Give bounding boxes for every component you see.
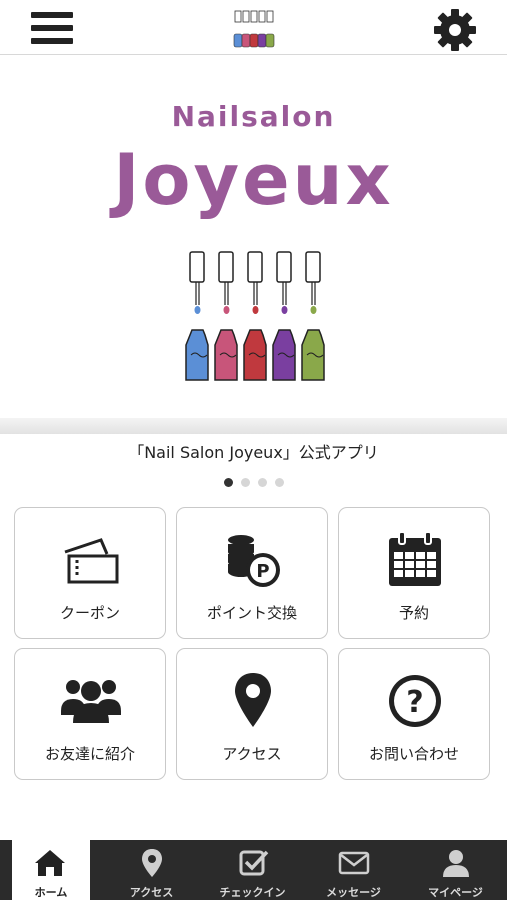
access-button[interactable]: アクセス <box>176 648 328 780</box>
nav-access[interactable]: アクセス <box>101 840 202 900</box>
map-pin-icon <box>142 849 162 877</box>
checkin-icon <box>239 850 269 876</box>
menu-icon[interactable] <box>31 10 73 46</box>
nav-message-label: メッセージ <box>326 886 381 899</box>
coins-point-icon: P <box>226 533 280 587</box>
reservation-label: 予約 <box>398 604 429 622</box>
brand-title: Joyeux <box>113 139 394 221</box>
carousel-dot-4[interactable] <box>274 478 284 487</box>
hero-banner[interactable]: Nailsalon Joyeux <box>0 55 507 433</box>
calendar-icon <box>389 531 441 586</box>
carousel-dot-3[interactable] <box>257 478 267 487</box>
nav-mypage[interactable]: マイページ <box>405 840 506 900</box>
nail-polish-bottles-image <box>185 251 325 381</box>
carousel-dots <box>0 472 507 491</box>
nav-message[interactable]: メッセージ <box>303 840 404 900</box>
reservation-button[interactable]: 予約 <box>338 507 490 639</box>
point-exchange-label: ポイント交換 <box>206 604 297 622</box>
carousel-dot-2[interactable] <box>240 478 250 487</box>
svg-text:P: P <box>256 561 269 582</box>
map-pin-icon <box>235 673 271 727</box>
top-bar <box>0 0 507 55</box>
ticket-icon <box>64 538 119 584</box>
nav-home-label: ホーム <box>34 886 68 899</box>
refer-friend-button[interactable]: お友達に紹介 <box>14 648 166 780</box>
gear-icon[interactable] <box>433 8 477 52</box>
nav-checkin[interactable]: チェックイン <box>202 840 303 900</box>
brand-subtitle: Nailsalon <box>171 100 336 133</box>
nav-checkin-label: チェックイン <box>219 886 286 899</box>
point-exchange-button[interactable]: P ポイント交換 <box>176 507 328 639</box>
nail-polish-logo-icon <box>233 10 275 48</box>
refer-friend-label: お友達に紹介 <box>44 745 135 763</box>
home-icon <box>35 850 65 876</box>
carousel-dot-1[interactable] <box>223 478 233 487</box>
contact-button[interactable]: ? お問い合わせ <box>338 648 490 780</box>
access-label: アクセス <box>222 745 282 763</box>
bottom-navigation: ホーム アクセス チェックイン メッセージ マイページ <box>0 840 507 900</box>
user-icon <box>443 850 469 877</box>
nav-access-label: アクセス <box>129 886 174 899</box>
coupon-button[interactable]: クーポン <box>14 507 166 639</box>
group-icon <box>61 680 121 723</box>
coupon-label: クーポン <box>59 604 120 622</box>
hero-caption: 「Nail Salon Joyeux」公式アプリ <box>128 443 379 462</box>
nav-mypage-label: マイページ <box>428 886 483 899</box>
hero-divider <box>0 418 507 434</box>
nav-home[interactable]: ホーム <box>12 840 90 900</box>
svg-text:?: ? <box>406 685 423 720</box>
contact-label: お問い合わせ <box>368 745 459 763</box>
question-icon: ? <box>389 675 441 727</box>
mail-icon <box>338 851 370 875</box>
